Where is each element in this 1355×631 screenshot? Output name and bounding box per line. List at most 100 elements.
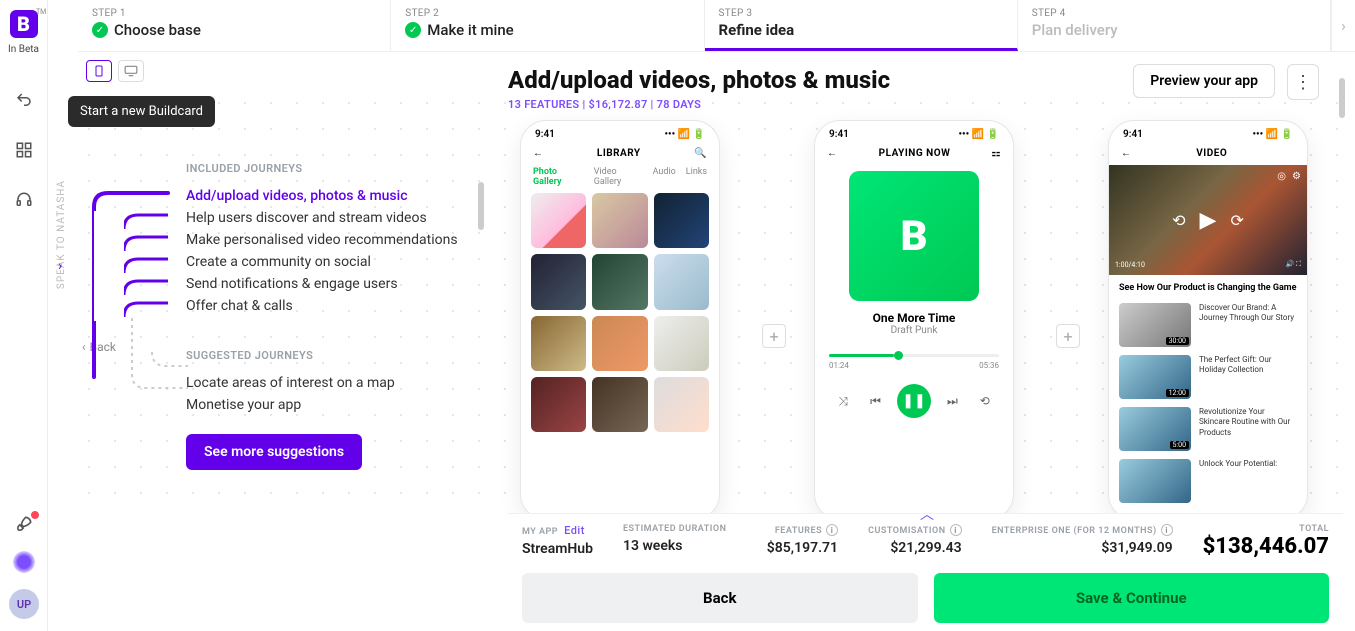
- video-list-item: 12:00 The Perfect Gift: Our Holiday Coll…: [1109, 351, 1307, 403]
- journey-add-upload[interactable]: Add/upload videos, photos & music: [126, 185, 458, 207]
- total-label: TOTAL: [1203, 524, 1329, 534]
- info-icon[interactable]: i: [1161, 524, 1173, 536]
- step-label: Choose base: [114, 21, 201, 39]
- step-choose-base[interactable]: STEP 1 ✓ Choose base: [78, 0, 391, 51]
- journey-notifications[interactable]: Send notifications & engage users: [126, 273, 458, 295]
- main-subtitle: 13 FEATURES | $16,172.87 | 78 DAYS: [508, 98, 1337, 111]
- app-name-value: StreamHub: [522, 541, 593, 557]
- chevron-right-icon[interactable]: ›: [58, 258, 62, 274]
- video-list-item: Unlock Your Potential:: [1109, 455, 1307, 507]
- user-avatar[interactable]: UP: [9, 589, 39, 619]
- features-label: FEATURES: [775, 526, 822, 536]
- equalizer-icon: ⚏: [992, 148, 1001, 159]
- status-icons: ••• 📶 🔋: [1252, 129, 1293, 140]
- back-arrow-icon: ←: [533, 148, 544, 159]
- step-refine-idea[interactable]: STEP 3 Refine idea: [705, 0, 1018, 51]
- rocket-icon[interactable]: [13, 513, 35, 535]
- undo-icon[interactable]: [13, 89, 35, 111]
- gallery-thumb: [531, 254, 586, 309]
- see-more-suggestions-button[interactable]: See more suggestions: [186, 434, 362, 470]
- song-title: One More Time: [815, 311, 1013, 325]
- step-number: STEP 2: [405, 8, 689, 19]
- gallery-thumb: [592, 316, 647, 371]
- journey-community[interactable]: Create a community on social: [126, 251, 458, 273]
- step-number: STEP 1: [92, 8, 376, 19]
- desktop-device-toggle[interactable]: [118, 60, 144, 82]
- back-arrow-icon: ←: [827, 148, 838, 159]
- scrollbar[interactable]: [1339, 78, 1345, 118]
- journey-recommendations[interactable]: Make personalised video recommendations: [126, 229, 458, 251]
- headset-icon[interactable]: [13, 189, 35, 211]
- brand-logo[interactable]: B: [10, 10, 38, 38]
- save-continue-button[interactable]: Save & Continue: [934, 573, 1330, 623]
- tab-links: Links: [686, 167, 707, 187]
- journey-locate-map[interactable]: Locate areas of interest on a map: [126, 372, 458, 394]
- features-value: $85,197.71: [767, 540, 838, 556]
- duration-badge: 5:00: [1170, 441, 1190, 449]
- phone-mockup-library[interactable]: 9:41••• 📶 🔋 ← LIBRARY 🔍 Photo Gallery Vi…: [520, 120, 720, 520]
- search-icon: 🔍: [694, 148, 707, 159]
- duration-label: ESTIMATED DURATION: [623, 524, 726, 534]
- step-number: STEP 4: [1032, 8, 1316, 19]
- album-art: B: [849, 171, 979, 301]
- chevron-right-icon[interactable]: ›: [1331, 0, 1355, 51]
- phone-mockup-player[interactable]: 9:41••• 📶 🔋 ← PLAYING NOW ⚏ B One More T…: [814, 120, 1014, 520]
- tab-photo: Photo Gallery: [533, 167, 584, 187]
- apps-icon[interactable]: [13, 139, 35, 161]
- phone-title: LIBRARY: [544, 148, 695, 159]
- customisation-value: $21,299.43: [868, 540, 962, 556]
- journey-monetise[interactable]: Monetise your app: [126, 394, 458, 416]
- gallery-thumb: [654, 316, 709, 371]
- check-icon: ✓: [92, 22, 108, 38]
- progress-bar: [829, 354, 999, 357]
- song-artist: Draft Punk: [815, 325, 1013, 336]
- play-icon: ▶: [1200, 208, 1217, 233]
- add-screen-button[interactable]: +: [762, 324, 786, 348]
- pause-icon: ❚❚: [897, 384, 931, 418]
- summary-footer: ︿ MY APPEdit StreamHub ESTIMATED DURATIO…: [508, 513, 1343, 623]
- back-arrow-icon: ←: [1121, 148, 1132, 159]
- edit-link[interactable]: Edit: [564, 524, 585, 537]
- more-menu-icon[interactable]: ⋮: [1287, 64, 1319, 100]
- mobile-device-toggle[interactable]: [86, 60, 112, 82]
- scrollbar[interactable]: [478, 182, 484, 230]
- add-screen-button[interactable]: +: [1056, 324, 1080, 348]
- settings-icon: ⚙: [1292, 171, 1301, 182]
- my-app-label: MY APP: [522, 527, 558, 537]
- tooltip: Start a new Buildcard: [68, 96, 215, 127]
- status-indicator[interactable]: [13, 551, 35, 573]
- time-elapsed: 01:24: [829, 361, 849, 370]
- video-list-item: 5:00 Revolutionize Your Skincare Routine…: [1109, 403, 1307, 455]
- duration-value: 13 weeks: [623, 538, 726, 554]
- prev-track-icon: ⏮: [865, 390, 887, 412]
- phone-mockup-video[interactable]: 9:41••• 📶 🔋 ← VIDEO ◎⚙ ⟲ ▶ ⟳ 1:00/4:10🔊 …: [1108, 120, 1308, 520]
- preview-app-button[interactable]: Preview your app: [1133, 64, 1275, 98]
- step-number: STEP 3: [719, 8, 1003, 19]
- shuffle-icon: ⤨: [832, 390, 854, 412]
- step-plan-delivery[interactable]: STEP 4 Plan delivery: [1018, 0, 1331, 51]
- total-value: $138,446.07: [1203, 534, 1329, 559]
- spacer: [1292, 148, 1295, 159]
- info-icon[interactable]: i: [826, 524, 838, 536]
- volume-icon: 🔊 ⛶: [1286, 260, 1301, 269]
- status-time: 9:41: [1123, 129, 1143, 140]
- next-track-icon: ⏭: [941, 390, 963, 412]
- gallery-thumb: [531, 377, 586, 432]
- video-item-title: The Perfect Gift: Our Holiday Collection: [1199, 355, 1297, 376]
- check-icon: ✓: [405, 22, 421, 38]
- customisation-label: CUSTOMISATION: [868, 526, 946, 536]
- notification-badge: [29, 509, 41, 521]
- chevron-up-icon[interactable]: ︿: [920, 504, 934, 524]
- info-icon[interactable]: i: [950, 524, 962, 536]
- step-make-it-mine[interactable]: STEP 2 ✓ Make it mine: [391, 0, 704, 51]
- back-button[interactable]: Back: [522, 573, 918, 623]
- journey-discover-stream[interactable]: Help users discover and stream videos: [126, 207, 458, 229]
- tm-label: TM: [36, 8, 46, 16]
- status-icons: ••• 📶 🔋: [664, 129, 705, 140]
- wizard-steps: STEP 1 ✓ Choose base STEP 2 ✓ Make it mine…: [78, 0, 1355, 52]
- step-label: Make it mine: [427, 21, 513, 39]
- phone-title: PLAYING NOW: [838, 148, 992, 159]
- status-icons: ••• 📶 🔋: [958, 129, 999, 140]
- phone-title: VIDEO: [1132, 148, 1293, 159]
- gallery-thumb: [654, 193, 709, 248]
